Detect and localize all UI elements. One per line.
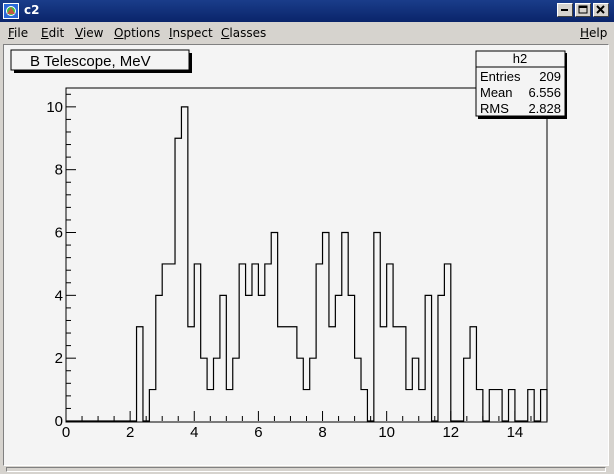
pad-title: B Telescope, MeV <box>30 53 151 70</box>
histogram-bin <box>489 390 495 421</box>
x-tick-label: 14 <box>507 424 524 441</box>
histogram-bin <box>290 327 296 421</box>
histogram-bin <box>194 264 200 421</box>
y-tick-label: 0 <box>55 413 63 430</box>
histogram-bin <box>226 390 232 421</box>
histogram-bin <box>361 390 367 421</box>
histogram-bin <box>323 233 329 421</box>
y-tick-label: 8 <box>55 162 63 179</box>
histogram-bin <box>464 358 470 421</box>
histogram-bin <box>310 358 316 421</box>
stats-value-rms: 2.828 <box>528 101 561 116</box>
histogram-bin <box>387 264 393 421</box>
histogram-bin <box>265 264 271 421</box>
histogram-bin <box>393 327 399 421</box>
stats-label-mean: Mean <box>480 85 513 100</box>
histogram-bin <box>342 233 348 421</box>
histogram-bin <box>284 327 290 421</box>
histogram-bin <box>476 390 482 421</box>
status-grip <box>6 467 606 472</box>
x-tick-label: 8 <box>318 424 326 441</box>
y-tick-label: 2 <box>55 350 63 367</box>
histogram-bin <box>181 107 187 421</box>
histogram-bin <box>438 295 444 421</box>
histogram-bin <box>156 295 162 421</box>
status-bar <box>0 466 614 474</box>
histogram-bin <box>541 390 547 421</box>
y-tick-label: 6 <box>55 225 63 242</box>
histogram-bin <box>329 327 335 421</box>
pad-title-box[interactable]: B Telescope, MeV <box>10 49 192 73</box>
histogram-bin <box>252 264 258 421</box>
x-tick-label: 2 <box>126 424 134 441</box>
stats-label-entries: Entries <box>480 69 521 84</box>
histogram-bin <box>303 390 309 421</box>
histogram-bin <box>419 390 425 421</box>
x-tick-label: 4 <box>190 424 198 441</box>
histogram-bin <box>220 295 226 421</box>
stats-box[interactable]: h2 Entries 209 Mean 6.556 RMS 2.828 <box>475 50 567 119</box>
histogram-bin <box>239 264 245 421</box>
x-tick-label: 12 <box>442 424 459 441</box>
x-tick-label: 0 <box>62 424 70 441</box>
histogram-bin <box>406 390 412 421</box>
histogram-bin <box>271 233 277 421</box>
histogram-bin <box>316 264 322 421</box>
histogram-bin <box>509 390 515 421</box>
histogram-bin <box>162 264 168 421</box>
histogram-bin <box>496 390 502 421</box>
histogram-bin <box>399 327 405 421</box>
histogram-bin <box>374 233 380 421</box>
histogram-bin <box>278 327 284 421</box>
histogram-bin <box>528 390 534 421</box>
histogram-bin <box>169 264 175 421</box>
histogram-bin <box>149 390 155 421</box>
histogram-bin <box>348 295 354 421</box>
x-tick-label: 10 <box>378 424 395 441</box>
histogram-bin <box>188 327 194 421</box>
y-tick-label: 10 <box>46 99 63 116</box>
stats-name: h2 <box>513 51 527 66</box>
stats-label-rms: RMS <box>480 101 509 116</box>
histogram-bin <box>470 327 476 421</box>
histogram-bin <box>207 390 213 421</box>
histogram-bin <box>355 358 361 421</box>
histogram-bin <box>335 295 341 421</box>
histogram-bin <box>137 327 143 421</box>
plot-canvas[interactable]: 0 2 4 6 8 10 12 14 0 2 4 6 8 10 B Telescope, MeV h2 E… <box>0 0 614 474</box>
histogram-bin <box>380 327 386 421</box>
x-tick-label: 6 <box>254 424 262 441</box>
histogram-bin <box>175 138 181 421</box>
histogram-bin <box>233 358 239 421</box>
histogram-bin <box>425 295 431 421</box>
histogram-bin <box>444 264 450 421</box>
stats-value-mean: 6.556 <box>528 85 561 100</box>
histogram-bin <box>297 358 303 421</box>
histogram-bin <box>412 358 418 421</box>
histogram-bin <box>246 295 252 421</box>
y-tick-label: 4 <box>55 287 63 304</box>
histogram-bin <box>214 358 220 421</box>
histogram-bin <box>201 358 207 421</box>
stats-value-entries: 209 <box>539 69 561 84</box>
histogram-bin <box>258 295 264 421</box>
